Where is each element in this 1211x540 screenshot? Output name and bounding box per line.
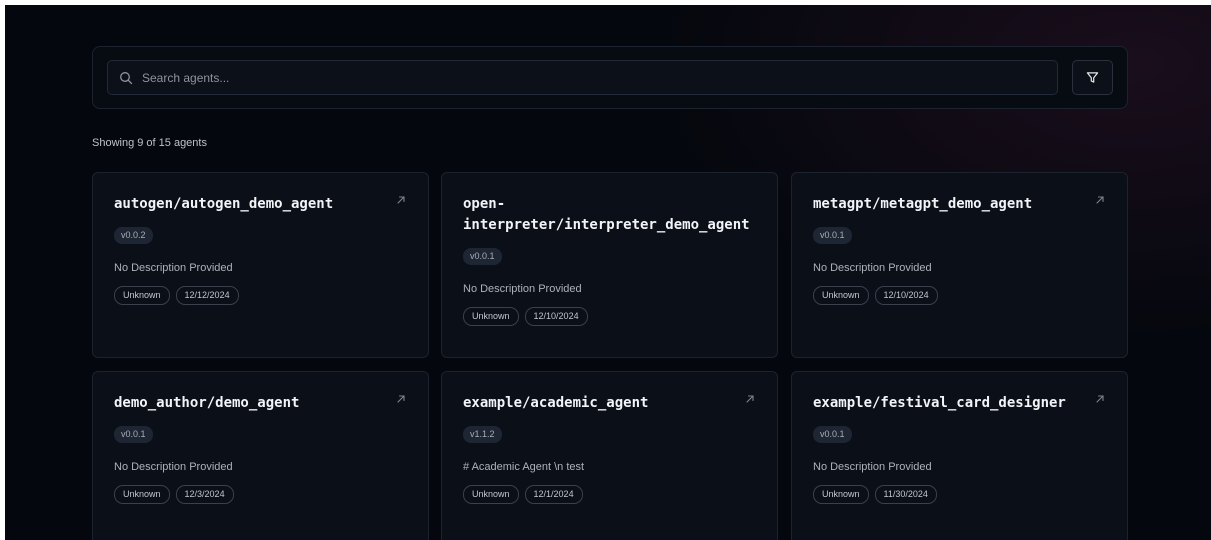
status-tag: Unknown (114, 485, 170, 504)
arrow-up-right-icon[interactable] (1095, 195, 1105, 205)
agent-card[interactable]: demo_author/demo_agent v0.0.1 No Descrip… (92, 371, 429, 540)
agent-card-description: No Description Provided (813, 461, 932, 473)
agent-card-description: No Description Provided (813, 262, 932, 274)
date-tag: 12/10/2024 (524, 307, 588, 326)
date-tag: 12/10/2024 (874, 286, 938, 305)
tag-row: Unknown 12/10/2024 (813, 286, 1106, 305)
version-badge: v0.0.1 (114, 426, 153, 443)
search-box[interactable] (107, 60, 1058, 95)
agent-card-title: autogen/autogen_demo_agent (114, 196, 334, 212)
agent-card-description: # Academic Agent \n test (463, 461, 585, 473)
arrow-up-right-icon[interactable] (745, 394, 755, 404)
version-badge: v1.1.2 (463, 426, 502, 443)
status-tag: Unknown (813, 485, 869, 504)
version-badge: v0.0.1 (813, 227, 852, 244)
tag-row: Unknown 12/10/2024 (463, 307, 756, 326)
agent-card[interactable]: autogen/autogen_demo_agent v0.0.2 No Des… (92, 172, 429, 358)
arrow-up-right-icon[interactable] (396, 394, 406, 404)
status-tag: Unknown (813, 286, 869, 305)
version-badge: v0.0.2 (114, 227, 153, 244)
tag-row: Unknown 11/30/2024 (813, 485, 1106, 504)
arrow-up-right-icon[interactable] (396, 195, 406, 205)
agent-card-title: demo_author/demo_agent (114, 395, 300, 411)
agent-card-title: example/academic_agent (463, 395, 649, 411)
tag-row: Unknown 12/1/2024 (463, 485, 756, 504)
agent-card-title: example/festival_card_designer (813, 395, 1066, 411)
agent-card-title: metagpt/metagpt_demo_agent (813, 196, 1033, 212)
filter-icon (1086, 71, 1099, 84)
filter-button[interactable] (1072, 60, 1113, 95)
results-count: Showing 9 of 15 agents (92, 137, 207, 149)
search-panel (92, 46, 1128, 109)
date-tag: 12/3/2024 (175, 485, 234, 504)
agent-card-description: No Description Provided (463, 283, 582, 295)
search-input[interactable] (142, 61, 1057, 94)
status-tag: Unknown (114, 286, 170, 305)
date-tag: 12/1/2024 (524, 485, 583, 504)
agent-card[interactable]: example/festival_card_designer v0.0.1 No… (791, 371, 1128, 540)
tag-row: Unknown 12/12/2024 (114, 286, 407, 305)
agent-card-description: No Description Provided (114, 262, 233, 274)
date-tag: 12/12/2024 (175, 286, 239, 305)
status-tag: Unknown (463, 307, 519, 326)
date-tag: 11/30/2024 (874, 485, 937, 504)
search-icon (119, 71, 133, 85)
agent-card[interactable]: open-interpreter/interpreter_demo_agent … (441, 172, 778, 358)
tag-row: Unknown 12/3/2024 (114, 485, 407, 504)
agent-card[interactable]: example/academic_agent v1.1.2 # Academic… (441, 371, 778, 540)
agent-card[interactable]: metagpt/metagpt_demo_agent v0.0.1 No Des… (791, 172, 1128, 358)
agent-card-description: No Description Provided (114, 461, 233, 473)
status-tag: Unknown (463, 485, 519, 504)
version-badge: v0.0.1 (463, 248, 502, 265)
version-badge: v0.0.1 (813, 426, 852, 443)
agents-page: Showing 9 of 15 agents autogen/autogen_d… (5, 5, 1211, 540)
agent-card-title: open-interpreter/interpreter_demo_agent (463, 196, 750, 233)
arrow-up-right-icon[interactable] (1095, 394, 1105, 404)
